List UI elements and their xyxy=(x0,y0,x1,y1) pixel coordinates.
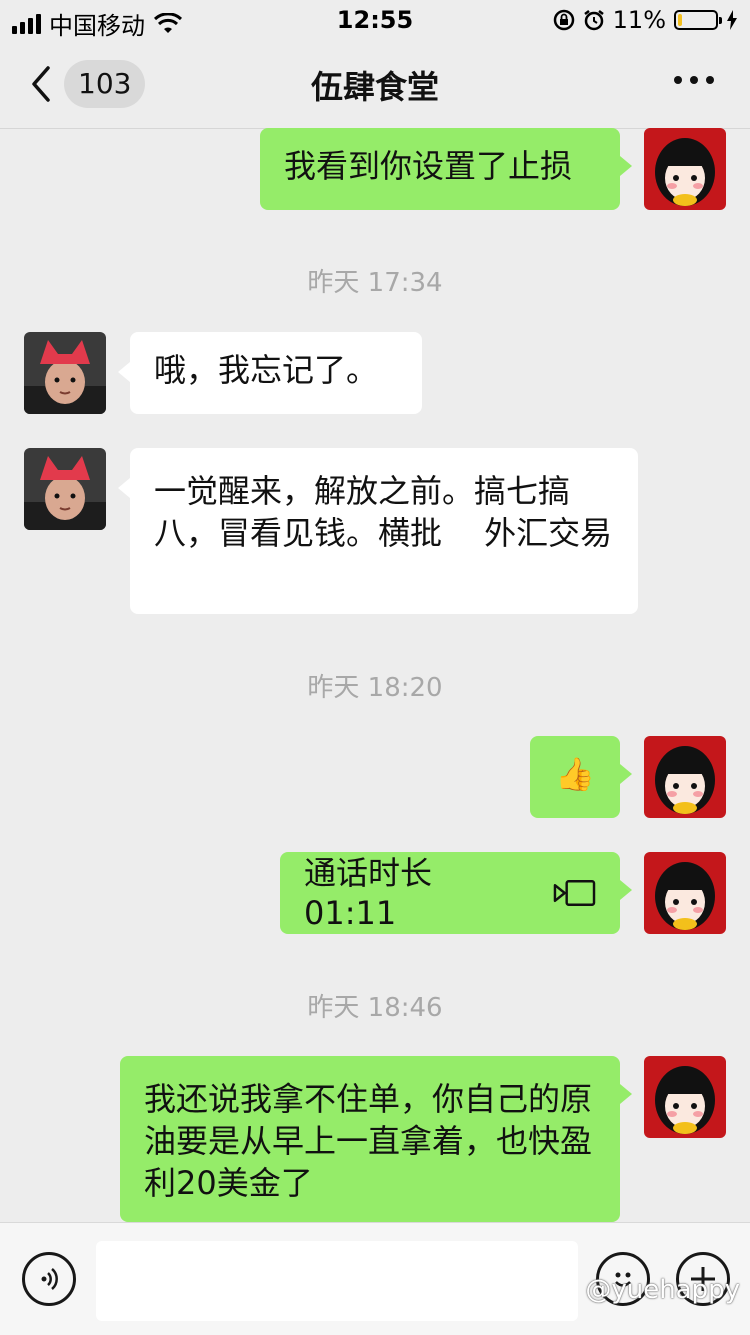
battery-icon xyxy=(674,10,722,30)
chat-title: 伍肆食堂 xyxy=(310,68,439,106)
timestamp: 昨天 18:46 xyxy=(307,993,443,1023)
status-right: 11% xyxy=(553,6,738,34)
call-record-bubble[interactable]: 通话时长 01:11 xyxy=(280,852,632,934)
call-duration-text: 通话时长 01:11 xyxy=(304,854,433,932)
contact-avatar[interactable] xyxy=(24,332,106,414)
status-bar: 中国移动 12:55 11% xyxy=(0,0,750,40)
my-avatar[interactable] xyxy=(644,128,726,210)
message-text: 哦，我忘记了。 xyxy=(154,351,379,389)
my-avatar[interactable] xyxy=(644,1056,726,1138)
message-input[interactable] xyxy=(96,1241,578,1321)
watermark: @yuehappy xyxy=(585,1275,740,1305)
video-call-icon xyxy=(553,880,596,906)
message-text: 一觉醒来，解放之前。搞七搞八，冒看见钱。横批 外汇交易 xyxy=(154,472,613,552)
my-avatar[interactable] xyxy=(644,736,726,818)
message-bubble-sent[interactable]: 我看到你设置了止损 xyxy=(260,128,632,210)
more-options-icon[interactable] xyxy=(674,76,714,84)
message-text: 我看到你设置了止损 xyxy=(284,147,573,185)
message-bubble-received[interactable]: 哦，我忘记了。 xyxy=(118,332,422,414)
message-text: 我还说我拿不住单，你自己的原油要是从早上一直拿着，也快盈利20美金了 xyxy=(144,1080,593,1202)
message-bubble-sent[interactable]: 我还说我拿不住单，你自己的原油要是从早上一直拿着，也快盈利20美金了 xyxy=(120,1056,632,1222)
timestamp: 昨天 18:20 xyxy=(307,673,443,703)
contact-avatar[interactable] xyxy=(24,448,106,530)
chat-header: 103 伍肆食堂 xyxy=(0,40,750,129)
my-avatar[interactable] xyxy=(644,852,726,934)
timestamp: 昨天 17:34 xyxy=(307,268,443,298)
thumbs-up-emoji: 👍 xyxy=(555,755,595,793)
charging-icon xyxy=(727,10,737,30)
alarm-icon xyxy=(583,10,604,31)
message-bubble-received[interactable]: 一觉醒来，解放之前。搞七搞八，冒看见钱。横批 外汇交易 xyxy=(118,448,638,614)
rotation-lock-icon xyxy=(553,9,574,31)
voice-icon xyxy=(41,1268,58,1290)
message-bubble-sent[interactable]: 👍 xyxy=(530,736,632,818)
battery-percent: 11% xyxy=(612,6,666,34)
voice-input-button[interactable] xyxy=(22,1252,76,1306)
